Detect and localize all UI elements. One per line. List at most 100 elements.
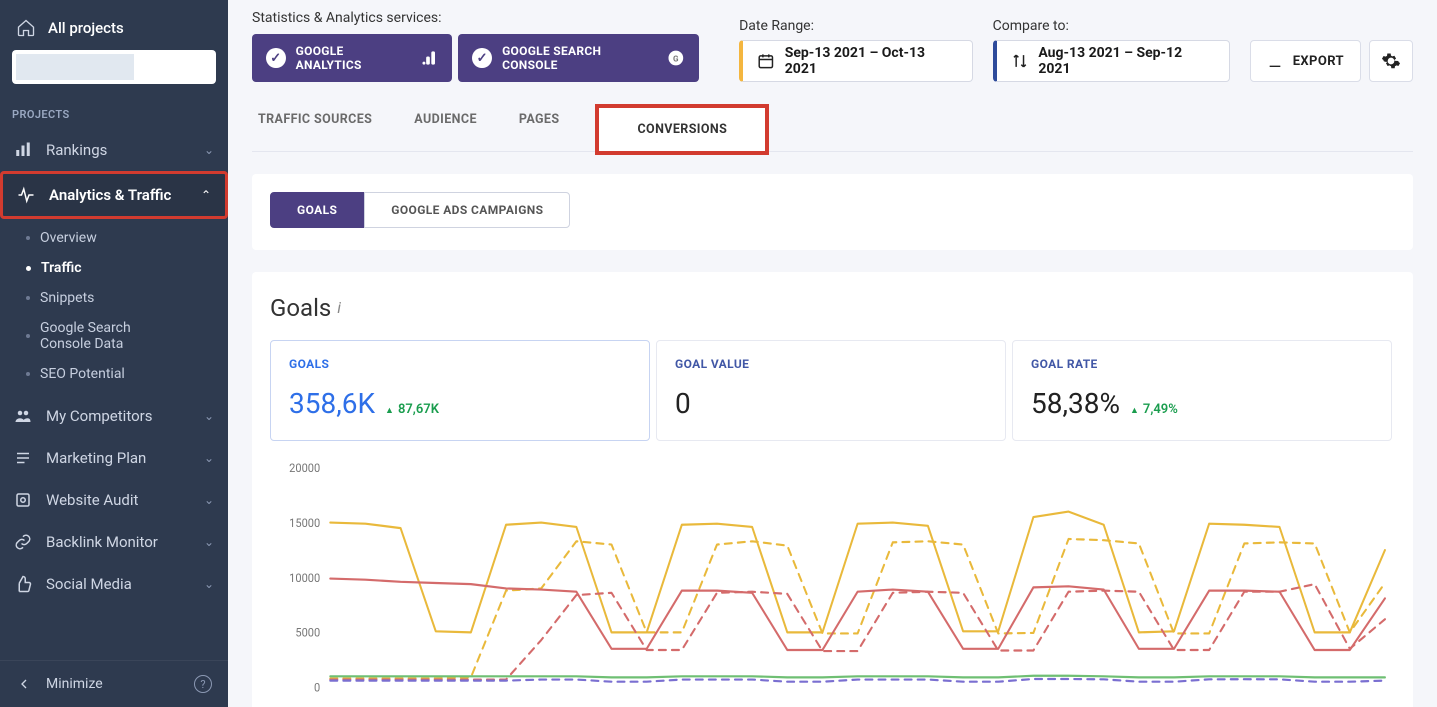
goals-chart: 0 5000 10000 15000 20000 bbox=[270, 459, 1395, 707]
home-icon bbox=[16, 18, 36, 38]
sidebar-item-backlink[interactable]: Backlink Monitor ⌄ bbox=[0, 521, 228, 563]
metric-delta: 87,67K bbox=[385, 402, 439, 417]
thumb-icon bbox=[14, 575, 32, 593]
goals-title: Goals i bbox=[270, 294, 1395, 322]
svg-text:20000: 20000 bbox=[289, 461, 320, 476]
svg-text:10000: 10000 bbox=[289, 570, 320, 585]
sidebar-item-label: Backlink Monitor bbox=[46, 533, 190, 551]
tab-conversions[interactable]: CONVERSIONS bbox=[595, 104, 769, 155]
service-badge-label: GOOGLE ANALYTICS bbox=[296, 44, 411, 72]
scan-icon bbox=[14, 491, 32, 509]
check-icon: ✓ bbox=[472, 48, 492, 68]
sidebar-subitem-label: Traffic bbox=[41, 260, 82, 276]
sidebar: All projects PROJECTS Rankings ⌄ Analyti… bbox=[0, 0, 228, 707]
date-range-label: Date Range: bbox=[739, 18, 973, 34]
metric-goals[interactable]: GOALS 358,6K 87,67K bbox=[270, 340, 650, 441]
sidebar-item-label: Analytics & Traffic bbox=[49, 186, 187, 204]
compare-range-value: Aug-13 2021 – Sep-12 2021 bbox=[1038, 45, 1214, 77]
metric-goal-rate[interactable]: GOAL RATE 58,38% 7,49% bbox=[1012, 340, 1392, 441]
sidebar-subitem-overview[interactable]: Overview bbox=[0, 223, 228, 253]
sidebar-item-label: My Competitors bbox=[46, 407, 190, 425]
settings-button[interactable] bbox=[1369, 40, 1413, 82]
sidebar-item-label: Rankings bbox=[46, 141, 190, 159]
services-label: Statistics & Analytics services: bbox=[252, 10, 699, 26]
sidebar-item-rankings[interactable]: Rankings ⌄ bbox=[0, 129, 228, 171]
date-range-value: Sep-13 2021 – Oct-13 2021 bbox=[785, 45, 958, 77]
pulse-icon bbox=[17, 186, 35, 204]
minimize-label: Minimize bbox=[46, 676, 103, 692]
project-selector[interactable] bbox=[12, 50, 216, 84]
tab-traffic-sources[interactable]: TRAFFIC SOURCES bbox=[252, 100, 378, 151]
svg-text:5000: 5000 bbox=[295, 625, 320, 640]
sidebar-subitem-label: Google Search Console Data bbox=[40, 320, 180, 352]
goals-block: Goals i GOALS 358,6K 87,67K GOAL VALUE 0 … bbox=[252, 272, 1413, 707]
arrow-left-icon bbox=[16, 676, 32, 692]
metric-goal-value[interactable]: GOAL VALUE 0 bbox=[656, 340, 1006, 441]
sidebar-item-social[interactable]: Social Media ⌄ bbox=[0, 563, 228, 605]
all-projects-link[interactable]: All projects bbox=[0, 0, 228, 50]
toggle-ads[interactable]: GOOGLE ADS CAMPAIGNS bbox=[364, 192, 570, 228]
export-label: EXPORT bbox=[1293, 54, 1344, 69]
projects-section-label: PROJECTS bbox=[0, 98, 228, 129]
metric-caption: GOALS bbox=[289, 357, 631, 371]
service-badge-ga[interactable]: ✓ GOOGLE ANALYTICS bbox=[252, 34, 452, 82]
check-icon: ✓ bbox=[266, 48, 286, 68]
metric-caption: GOAL VALUE bbox=[675, 357, 987, 371]
sidebar-subitem-snippets[interactable]: Snippets bbox=[0, 283, 228, 313]
bars-icon bbox=[14, 141, 32, 159]
g-icon: G bbox=[667, 49, 685, 67]
export-button[interactable]: EXPORT bbox=[1250, 40, 1361, 82]
tabs: TRAFFIC SOURCES AUDIENCE PAGES CONVERSIO… bbox=[252, 100, 1413, 152]
sidebar-item-marketing[interactable]: Marketing Plan ⌄ bbox=[0, 437, 228, 479]
link-icon bbox=[14, 533, 32, 551]
calendar-icon bbox=[757, 52, 775, 70]
chevron-down-icon: ⌄ bbox=[204, 451, 214, 465]
sidebar-subitem-gsc[interactable]: Google Search Console Data bbox=[0, 313, 228, 359]
people-icon bbox=[14, 407, 32, 425]
chevron-down-icon: ⌄ bbox=[204, 577, 214, 591]
sidebar-subitem-label: SEO Potential bbox=[40, 366, 125, 382]
analytics-subnav: Overview Traffic Snippets Google Search … bbox=[0, 219, 228, 395]
sidebar-item-label: Website Audit bbox=[46, 491, 190, 509]
tab-audience[interactable]: AUDIENCE bbox=[408, 100, 483, 151]
date-range-button[interactable]: Sep-13 2021 – Oct-13 2021 bbox=[739, 40, 973, 82]
list-icon bbox=[14, 449, 32, 467]
toggle-goals[interactable]: GOALS bbox=[270, 192, 364, 228]
sidebar-subitem-seo[interactable]: SEO Potential bbox=[0, 359, 228, 389]
ga-icon bbox=[421, 49, 439, 67]
all-projects-label: All projects bbox=[48, 19, 124, 37]
tab-pages[interactable]: PAGES bbox=[513, 100, 566, 151]
service-badge-gsc[interactable]: ✓ GOOGLE SEARCH CONSOLE G bbox=[458, 34, 699, 82]
compare-range-button[interactable]: Aug-13 2021 – Sep-12 2021 bbox=[993, 40, 1230, 82]
svg-text:0: 0 bbox=[314, 680, 320, 695]
chevron-down-icon: ⌄ bbox=[204, 493, 214, 507]
compare-label: Compare to: bbox=[993, 18, 1230, 34]
metric-delta: 7,49% bbox=[1130, 402, 1178, 417]
toggle-panel: GOALS GOOGLE ADS CAMPAIGNS bbox=[252, 174, 1413, 250]
sidebar-item-label: Social Media bbox=[46, 575, 190, 593]
svg-text:G: G bbox=[673, 54, 679, 64]
main-content: Statistics & Analytics services: ✓ GOOGL… bbox=[228, 0, 1437, 707]
chevron-down-icon: ⌄ bbox=[204, 535, 214, 549]
gear-icon bbox=[1381, 51, 1401, 71]
sidebar-subitem-traffic[interactable]: Traffic bbox=[0, 253, 228, 283]
chevron-down-icon: ⌄ bbox=[204, 143, 214, 157]
help-icon[interactable]: ? bbox=[194, 675, 212, 693]
metric-value: 358,6K bbox=[289, 387, 375, 420]
metric-caption: GOAL RATE bbox=[1031, 357, 1373, 371]
chevron-up-icon: ⌃ bbox=[201, 188, 211, 202]
minimize-button[interactable]: Minimize ? bbox=[0, 660, 228, 707]
metric-value: 0 bbox=[675, 387, 691, 420]
sidebar-item-competitors[interactable]: My Competitors ⌄ bbox=[0, 395, 228, 437]
sidebar-item-analytics[interactable]: Analytics & Traffic ⌃ bbox=[0, 171, 228, 219]
sidebar-item-audit[interactable]: Website Audit ⌄ bbox=[0, 479, 228, 521]
service-badge-label: GOOGLE SEARCH CONSOLE bbox=[502, 44, 657, 72]
chevron-down-icon: ⌄ bbox=[204, 409, 214, 423]
metric-value: 58,38% bbox=[1031, 387, 1120, 420]
swap-icon bbox=[1011, 52, 1029, 70]
export-icon bbox=[1267, 53, 1283, 69]
svg-text:15000: 15000 bbox=[289, 516, 320, 531]
sidebar-item-label: Marketing Plan bbox=[46, 449, 190, 467]
sidebar-subitem-label: Snippets bbox=[40, 290, 94, 306]
sidebar-subitem-label: Overview bbox=[40, 230, 97, 246]
